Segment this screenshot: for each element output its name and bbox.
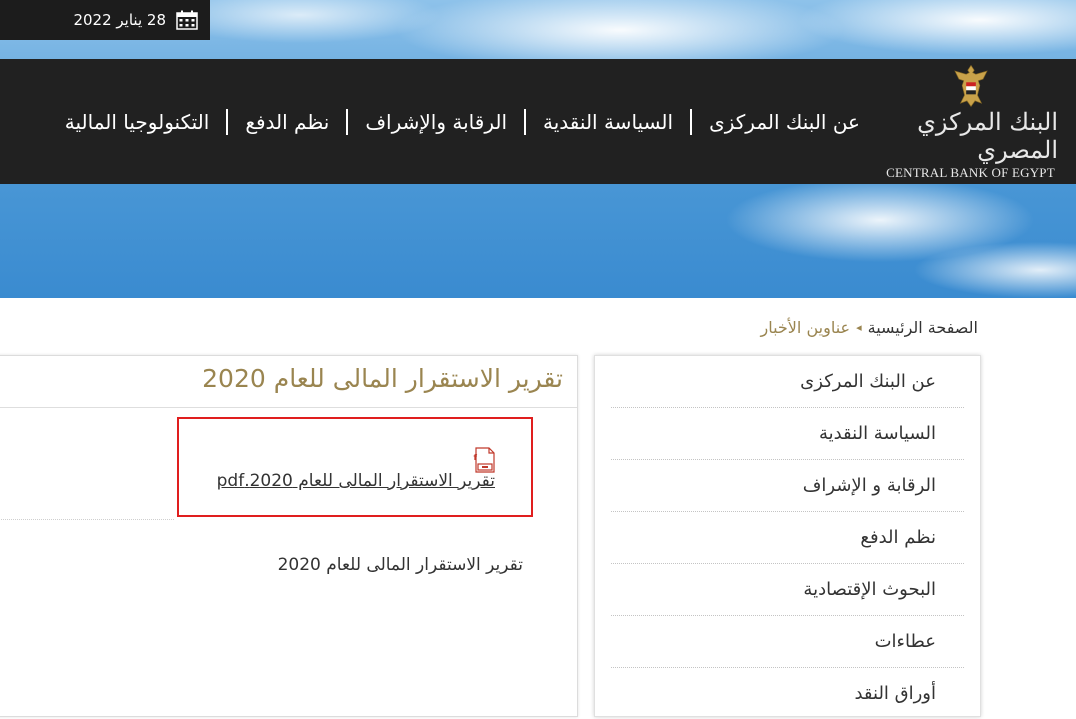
- sidebar-item-supervision[interactable]: الرقابة و الإشراف: [611, 460, 964, 512]
- calendar-icon: [176, 10, 198, 30]
- nav-separator: [524, 108, 527, 135]
- nav-item-monetary-policy[interactable]: السياسة النقدية: [507, 108, 674, 135]
- nav-item-fintech[interactable]: التكنولوجيا المالية: [65, 110, 210, 134]
- sidebar-item-monetary-policy[interactable]: السياسة النقدية: [611, 408, 964, 460]
- page-title: تقرير الاستقرار المالى للعام 2020: [202, 364, 563, 393]
- pdf-icon-label: pdf: [473, 453, 478, 462]
- eagle-emblem-icon: [953, 64, 988, 107]
- breadcrumb: الصفحة الرئيسية ◂ عناوين الأخبار: [760, 318, 978, 337]
- nav-separator: [690, 108, 693, 135]
- sidebar-item-economic-research[interactable]: البحوث الإقتصادية: [611, 564, 964, 616]
- nav-item-label: التكنولوجيا المالية: [64, 109, 210, 134]
- pdf-download-link[interactable]: تقرير الاستقرار المالى للعام 2020.pdf: [217, 471, 495, 491]
- nav-item-about[interactable]: عن البنك المركزى: [673, 108, 860, 135]
- nav-item-payment-systems[interactable]: نظم الدفع: [209, 108, 330, 135]
- article-body-text: تقرير الاستقرار المالى للعام 2020: [277, 555, 523, 575]
- nav-item-label: نظم الدفع: [245, 109, 330, 134]
- sidebar-item-tenders[interactable]: عطاءات: [611, 616, 964, 668]
- sidebar-item-about[interactable]: عن البنك المركزى: [611, 356, 964, 408]
- logo-english-text: CENTRAL BANK OF EGYPT: [886, 165, 1055, 180]
- article-panel: تقرير الاستقرار المالى للعام 2020 pdf تق…: [0, 355, 578, 717]
- cbe-logo[interactable]: البنك المركزي المصري CENTRAL BANK OF EGY…: [883, 63, 1058, 181]
- date-bar: 28 يناير 2022: [0, 0, 210, 40]
- title-divider: [0, 407, 577, 408]
- nav-separator: [346, 108, 349, 135]
- nav-item-label: الرقابة والإشراف: [365, 109, 508, 134]
- nav-item-label: السياسة النقدية: [543, 109, 674, 134]
- main-navbar: البنك المركزي المصري CENTRAL BANK OF EGY…: [0, 59, 1076, 184]
- sidebar-menu: عن البنك المركزى السياسة النقدية الرقابة…: [594, 355, 981, 717]
- attachment-highlight: pdf تقرير الاستقرار المالى للعام 2020.pd…: [177, 417, 533, 517]
- breadcrumb-arrow-icon: ◂: [856, 321, 862, 334]
- nav-item-label: عن البنك المركزى: [709, 109, 860, 134]
- nav-separator: [226, 108, 229, 135]
- breadcrumb-current[interactable]: عناوين الأخبار: [760, 318, 850, 337]
- nav-item-supervision[interactable]: الرقابة والإشراف: [329, 108, 508, 135]
- sidebar-item-payment-systems[interactable]: نظم الدفع: [611, 512, 964, 564]
- main-menu: عن البنك المركزى السياسة النقدية الرقابة…: [65, 59, 860, 184]
- breadcrumb-home-link[interactable]: الصفحة الرئيسية: [868, 318, 978, 337]
- current-date: 28 يناير 2022: [73, 11, 166, 29]
- logo-arabic-text: البنك المركزي المصري: [917, 108, 1058, 164]
- attachment-divider: [0, 519, 174, 520]
- pdf-file-icon[interactable]: pdf: [473, 447, 497, 473]
- sidebar-item-banknotes[interactable]: أوراق النقد: [611, 668, 964, 719]
